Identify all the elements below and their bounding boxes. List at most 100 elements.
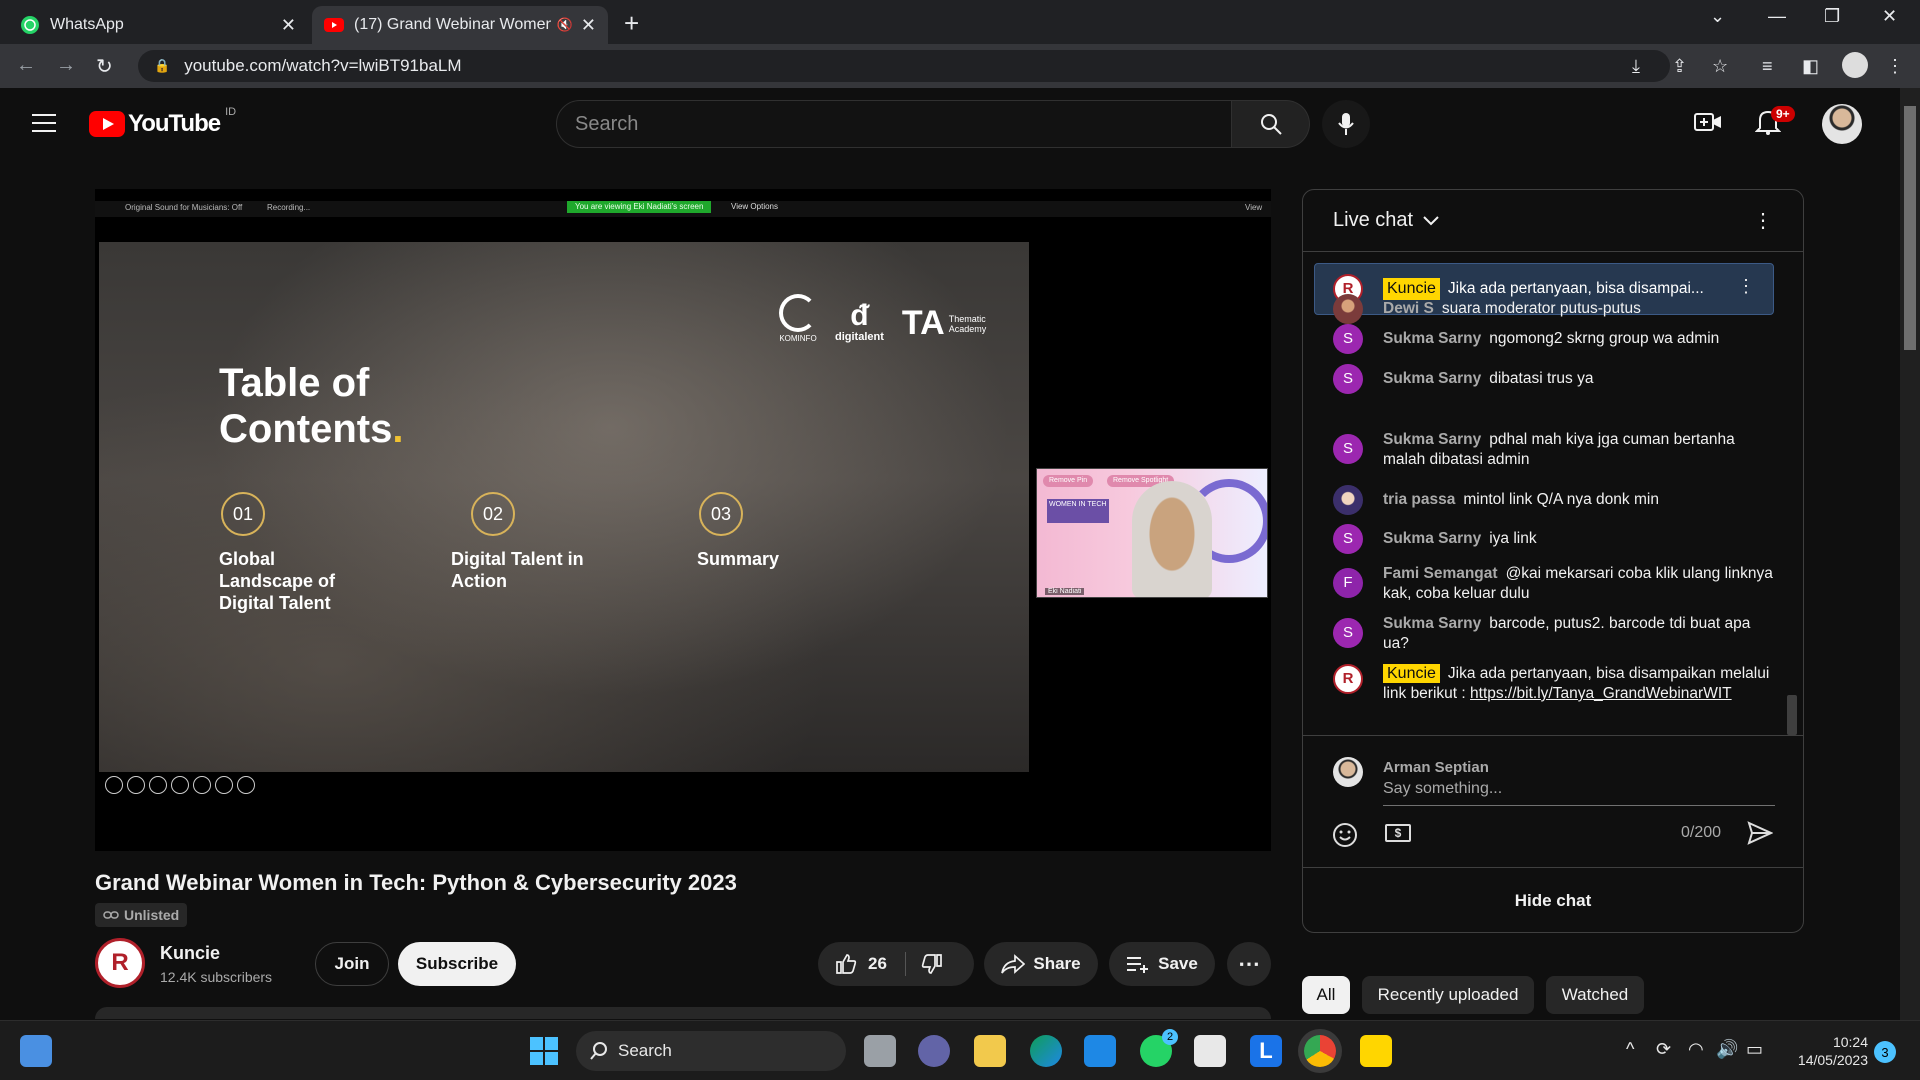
thumbs-up-icon[interactable]	[834, 952, 858, 976]
forward-button[interactable]: →	[56, 54, 76, 77]
subscribe-button[interactable]: Subscribe	[398, 942, 516, 986]
taskbar-search-label: Search	[618, 1041, 672, 1060]
search-button[interactable]	[1232, 100, 1310, 148]
pen-icon	[127, 776, 145, 794]
thumbs-down-icon[interactable]	[920, 952, 944, 976]
chip-watched[interactable]: Watched	[1546, 976, 1644, 1014]
account-avatar[interactable]	[1822, 104, 1862, 144]
youtube-logo[interactable]: YouTube ID	[89, 106, 236, 138]
chat-menu-icon[interactable]: ⋮	[1753, 208, 1773, 233]
volume-icon[interactable]: 🔊	[1716, 1039, 1738, 1060]
reload-button[interactable]: ↻	[96, 54, 113, 79]
address-bar[interactable]: 🔒 youtube.com/watch?v=lwiBT91baLM	[138, 50, 1670, 82]
tray-overflow-icon[interactable]: ^	[1626, 1039, 1634, 1060]
microphone-icon	[1338, 113, 1354, 135]
save-label: Save	[1158, 954, 1198, 973]
widgets-icon[interactable]	[20, 1035, 52, 1067]
page-scrollbar[interactable]	[1900, 88, 1920, 1020]
notification-center-badge[interactable]: 3	[1874, 1041, 1896, 1063]
tab-search-icon[interactable]: ⌄	[1710, 6, 1725, 27]
back-button[interactable]: ←	[16, 54, 36, 77]
message-text: mintol link Q/A nya donk min	[1463, 491, 1659, 508]
emoji-icon[interactable]	[1331, 821, 1359, 854]
install-icon[interactable]: ⤓	[1632, 56, 1640, 77]
message-author: Sukma Sarny	[1383, 370, 1482, 387]
more-horizontal-icon: ⋯	[1238, 951, 1260, 976]
chrome-menu-icon[interactable]: ⋮	[1886, 56, 1904, 77]
profile-avatar[interactable]	[1842, 52, 1868, 78]
app-l-icon[interactable]: L	[1250, 1035, 1282, 1067]
prev-slide-icon	[105, 776, 123, 794]
battery-icon[interactable]: ▭	[1746, 1039, 1763, 1060]
minimize-button[interactable]: —	[1768, 6, 1786, 27]
send-icon[interactable]	[1747, 821, 1774, 850]
message-author: tria passa	[1383, 491, 1456, 508]
taskbar-clock[interactable]: 10:24 14/05/2023	[1776, 1033, 1868, 1069]
create-video-button[interactable]	[1694, 110, 1722, 139]
edge-icon[interactable]	[1030, 1035, 1062, 1067]
chat-link[interactable]: https://bit.ly/Tanya_GrandWebinarWIT	[1470, 685, 1732, 702]
message-text: suara moderator putus-putus	[1441, 300, 1641, 317]
description-box[interactable]	[95, 1007, 1271, 1019]
wifi-icon[interactable]: ◠	[1688, 1039, 1704, 1060]
video-player[interactable]: Original Sound for Musicians: Off Record…	[95, 189, 1271, 851]
more-actions-button[interactable]: ⋯	[1227, 942, 1271, 986]
share-button[interactable]: Share	[984, 942, 1098, 986]
voice-search-button[interactable]	[1322, 100, 1370, 148]
thematic-academy-logo: TA Thematic Academy	[902, 304, 1001, 343]
search-icon	[1260, 114, 1282, 135]
notification-badge: 9+	[1771, 106, 1795, 122]
menu-icon[interactable]	[32, 114, 56, 138]
channel-name[interactable]: Kuncie	[160, 943, 220, 964]
video-title: Grand Webinar Women in Tech: Python & Cy…	[95, 870, 737, 895]
sync-icon[interactable]: ⟳	[1656, 1039, 1671, 1060]
lock-icon: 🔒	[154, 58, 171, 73]
store-icon[interactable]	[1194, 1035, 1226, 1067]
hide-chat-button[interactable]: Hide chat	[1303, 867, 1803, 932]
chat-message: S Sukma Sarny pdhal mah kiya jga cuman be…	[1333, 430, 1773, 470]
channel-avatar[interactable]: R	[95, 938, 145, 988]
moderator-badge: Kuncie	[1383, 664, 1440, 683]
kominfo-label: KOMINFO	[779, 334, 817, 343]
mute-tab-icon[interactable]: 🔇	[557, 17, 573, 33]
chip-recently-uploaded[interactable]: Recently uploaded	[1362, 976, 1534, 1014]
close-window-button[interactable]: ✕	[1882, 6, 1897, 27]
live-chat-header[interactable]: Live chat ⋮	[1303, 190, 1803, 252]
start-icon[interactable]	[528, 1035, 560, 1067]
chrome-icon[interactable]	[1304, 1035, 1336, 1067]
restore-button[interactable]: ❐	[1824, 6, 1840, 27]
user-avatar: S	[1333, 324, 1363, 354]
side-panel-icon[interactable]: ◧	[1802, 56, 1819, 77]
new-tab-button[interactable]: +	[624, 8, 639, 39]
tab-label: (17) Grand Webinar Women in Tech: Python…	[354, 16, 551, 33]
super-chat-icon[interactable]: $	[1385, 824, 1411, 842]
join-button[interactable]: Join	[315, 942, 389, 986]
close-tab-icon[interactable]: ✕	[581, 15, 596, 36]
task-view-icon[interactable]	[864, 1035, 896, 1067]
teams-chat-icon[interactable]	[918, 1035, 950, 1067]
remove-pin-label: Remove Pin	[1043, 475, 1094, 487]
chip-all[interactable]: All	[1302, 976, 1350, 1014]
vscode-icon[interactable]	[1084, 1035, 1116, 1067]
zoom-viewing-banner: You are viewing Eki Nadiati's screen	[567, 201, 712, 213]
composer-avatar	[1333, 757, 1363, 787]
country-code: ID	[225, 106, 237, 118]
url-text: youtube.com/watch?v=lwiBT91baLM	[184, 56, 462, 75]
chat-scrollbar[interactable]	[1787, 695, 1797, 735]
media-control-icon[interactable]: ≡	[1762, 56, 1773, 77]
tab-youtube[interactable]: (17) Grand Webinar Women in Tech: Python…	[312, 6, 608, 44]
share-label: Share	[1033, 954, 1081, 973]
message-author: Dewi S	[1383, 300, 1434, 317]
search-input[interactable]: Search	[556, 100, 1232, 148]
toc-number: 01	[221, 492, 265, 536]
close-tab-icon[interactable]: ✕	[281, 15, 296, 36]
save-button[interactable]: Save	[1109, 942, 1215, 986]
file-explorer-icon[interactable]	[974, 1035, 1006, 1067]
tab-whatsapp[interactable]: WhatsApp ✕	[8, 6, 308, 44]
share-page-icon[interactable]: ⇪	[1672, 56, 1687, 77]
taskbar-search[interactable]: Search	[576, 1031, 846, 1071]
chat-input[interactable]: Say something...	[1383, 780, 1775, 806]
bookmark-star-icon[interactable]: ☆	[1712, 56, 1728, 77]
user-avatar: F	[1333, 568, 1363, 598]
sticky-notes-icon[interactable]	[1360, 1035, 1392, 1067]
